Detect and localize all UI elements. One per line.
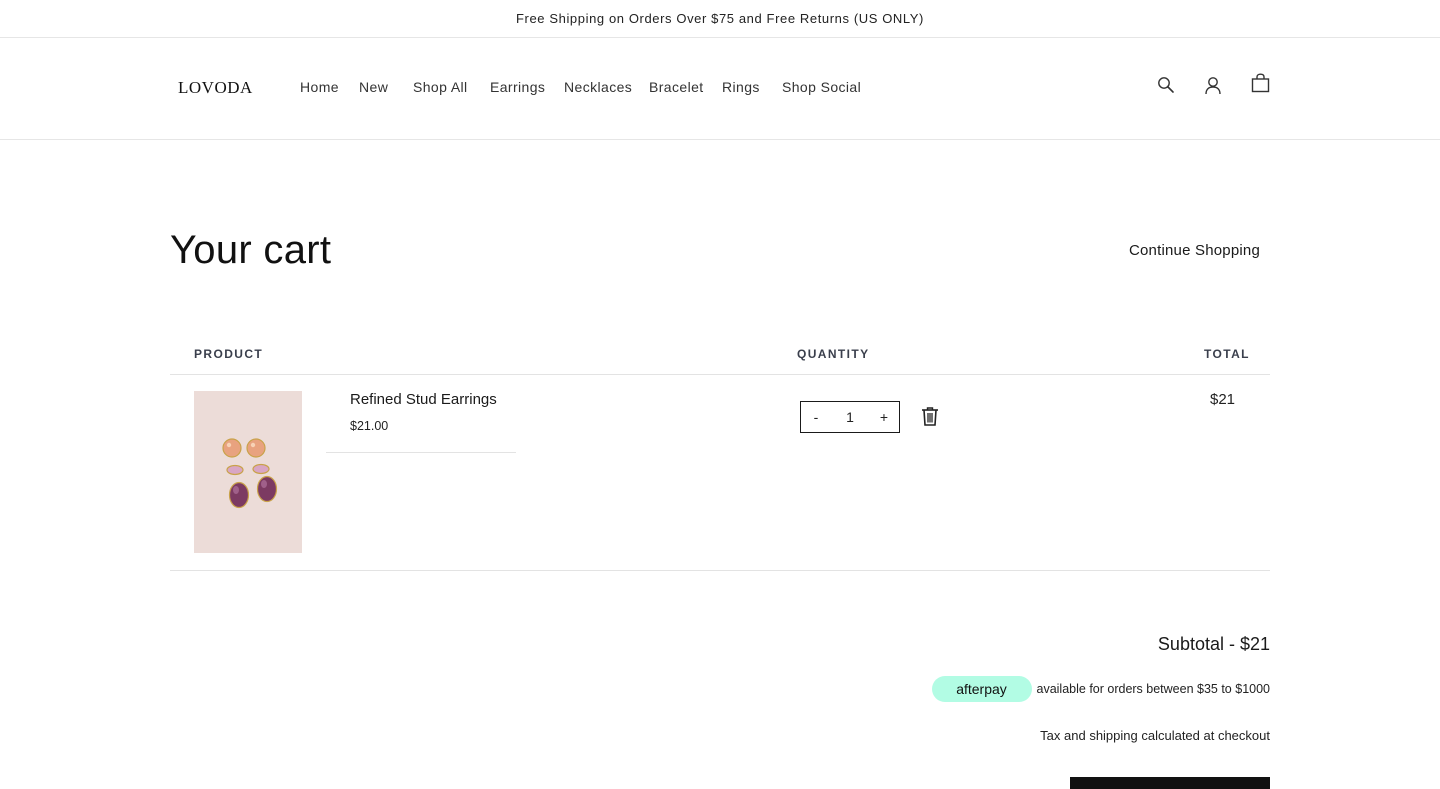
cart-bag-icon[interactable]: [1249, 72, 1271, 94]
quantity-decrement-button[interactable]: -: [801, 402, 831, 432]
nav-shop-social[interactable]: Shop Social: [782, 79, 861, 95]
nav-shop-all[interactable]: Shop All: [413, 79, 468, 95]
nav-earrings[interactable]: Earrings: [490, 79, 545, 95]
afterpay-message: afterpay available for orders between $3…: [931, 676, 1271, 702]
announcement-bar: Free Shipping on Orders Over $75 and Fre…: [0, 0, 1440, 38]
table-footer-divider: [170, 570, 1270, 571]
quantity-increment-button[interactable]: +: [869, 402, 899, 432]
afterpay-text: available for orders between $35 to $100…: [1036, 682, 1271, 696]
main-nav: Home New Shop All Earrings Necklaces Bra…: [0, 79, 1440, 99]
nav-bracelet[interactable]: Bracelet: [649, 79, 704, 95]
column-header-total: TOTAL: [1204, 347, 1250, 361]
checkout-button[interactable]: [1070, 777, 1270, 789]
search-icon[interactable]: [1155, 74, 1177, 96]
product-price: $21.00: [350, 419, 389, 433]
nav-home[interactable]: Home: [300, 79, 339, 95]
site-header: LOVODA Home New Shop All Earrings Neckla…: [0, 38, 1440, 140]
table-header-divider: [170, 374, 1270, 375]
cart-subtotal: Subtotal - $21: [1157, 634, 1270, 654]
nav-necklaces[interactable]: Necklaces: [564, 79, 632, 95]
afterpay-logo[interactable]: afterpay: [931, 676, 1032, 702]
continue-shopping-link[interactable]: Continue Shopping: [1129, 242, 1260, 259]
quantity-stepper: - +: [800, 401, 900, 433]
nav-rings[interactable]: Rings: [722, 79, 760, 95]
line-item-total: $21: [1210, 391, 1236, 408]
account-icon[interactable]: [1202, 74, 1224, 96]
nav-new[interactable]: New: [359, 79, 388, 95]
product-image[interactable]: [194, 391, 302, 553]
announcement-text: Free Shipping on Orders Over $75 and Fre…: [516, 11, 924, 26]
tax-shipping-note: Tax and shipping calculated at checkout: [1040, 728, 1270, 743]
page-title: Your cart: [170, 228, 332, 272]
quantity-input[interactable]: [832, 403, 868, 431]
product-info-divider: [326, 452, 516, 453]
column-header-quantity: QUANTITY: [797, 347, 870, 361]
product-name[interactable]: Refined Stud Earrings: [350, 391, 497, 408]
trash-icon[interactable]: [918, 404, 942, 428]
column-header-product: PRODUCT: [194, 347, 264, 361]
